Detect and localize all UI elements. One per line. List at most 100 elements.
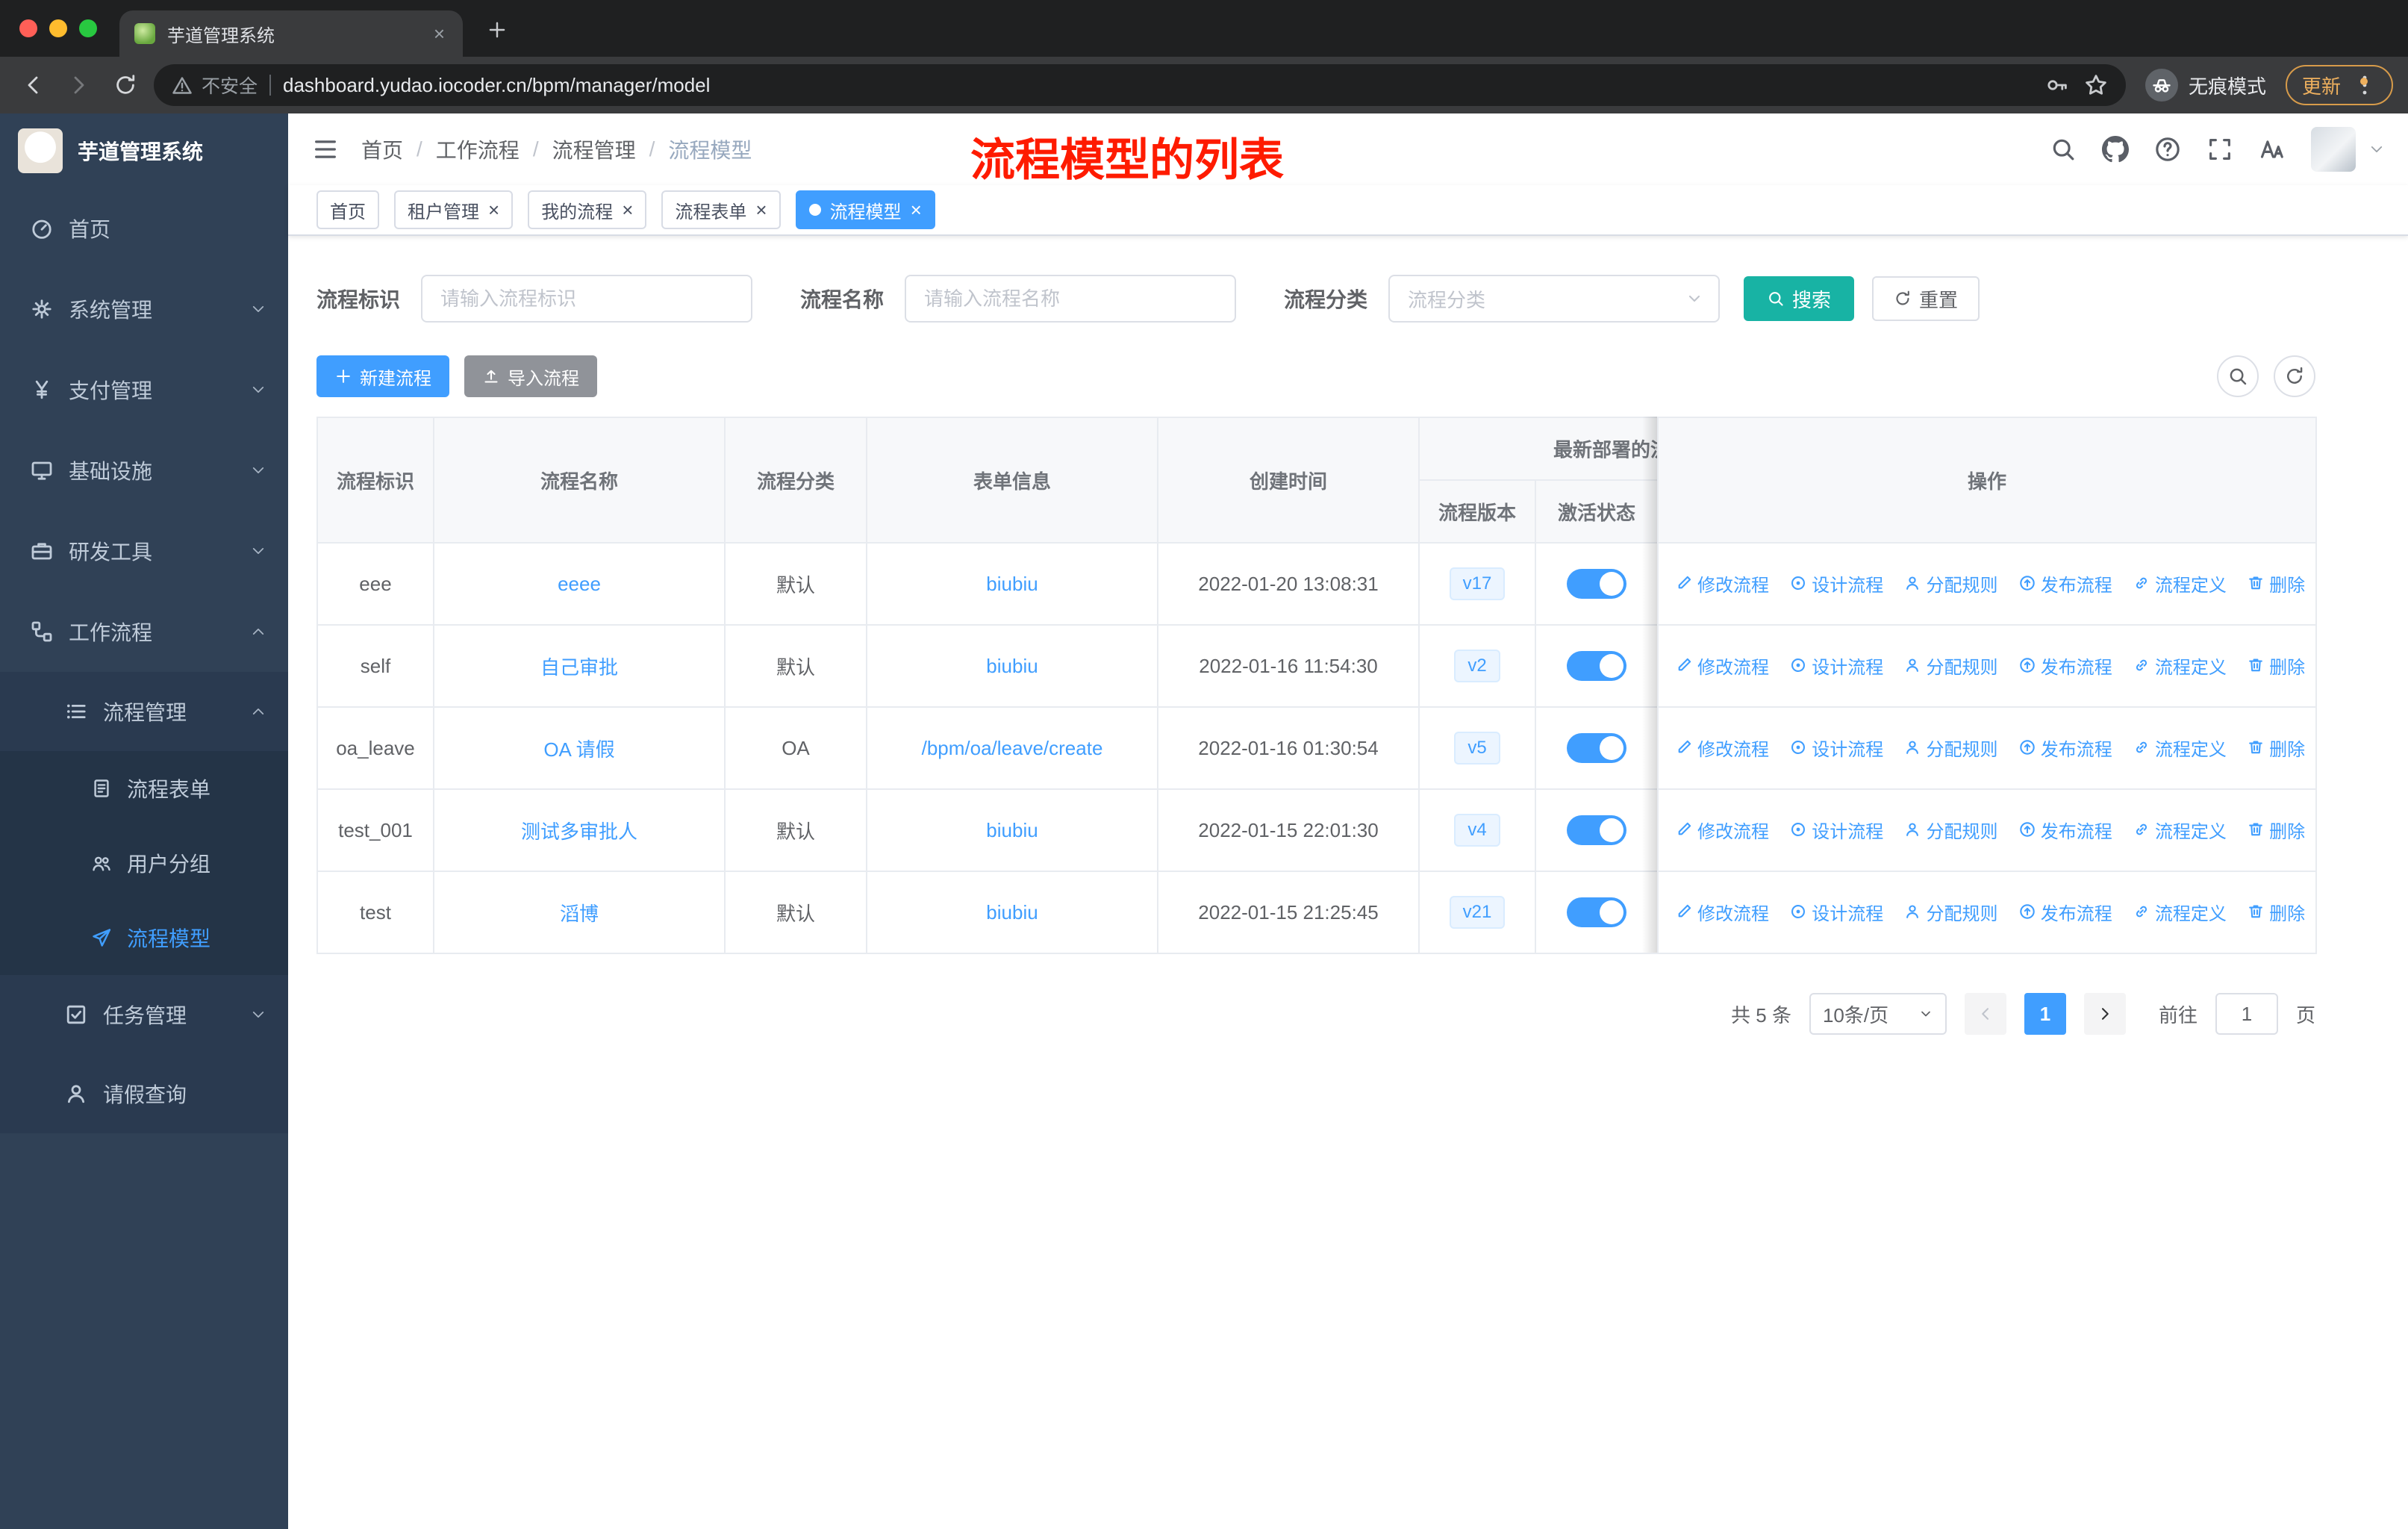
security-status[interactable]: 不安全 [172,72,258,99]
sidebar-item-payment[interactable]: 支付管理 [0,349,288,430]
sidebar-item-leave-query[interactable]: 请假查询 [0,1054,288,1133]
process-definition-link[interactable]: 流程定义 [2133,570,2227,597]
close-tab-icon[interactable]: × [911,200,922,219]
page-size-select[interactable]: 10条/页 [1809,993,1947,1035]
new-tab-button[interactable] [481,13,514,46]
import-process-button[interactable]: 导入流程 [464,355,597,397]
design-process-link[interactable]: 设计流程 [1789,735,1883,761]
publish-process-link[interactable]: 发布流程 [2018,817,2112,843]
sidebar-item-workflow[interactable]: 工作流程 [0,591,288,672]
font-size-icon[interactable] [2259,136,2286,163]
tab-process-form[interactable]: 流程表单 × [661,190,781,229]
active-toggle[interactable] [1567,815,1626,845]
form-info-link[interactable]: biubiu [986,655,1038,677]
assign-rule-link[interactable]: 分配规则 [1903,735,1997,761]
tab-home[interactable]: 首页 [316,190,379,229]
minimize-window-button[interactable] [49,19,67,37]
process-name-link[interactable]: OA 请假 [543,738,614,761]
back-button[interactable] [15,67,51,103]
tab-process-model[interactable]: 流程模型 × [795,190,935,229]
sidebar-item-process-form[interactable]: 流程表单 [0,751,288,826]
active-toggle[interactable] [1567,733,1626,763]
breadcrumb-item[interactable]: 流程管理 [552,134,636,164]
help-icon[interactable] [2154,136,2181,163]
reset-button[interactable]: 重置 [1872,276,1980,321]
process-name-link[interactable]: eeee [558,573,601,595]
tab-my-process[interactable]: 我的流程 × [528,190,647,229]
publish-process-link[interactable]: 发布流程 [2018,899,2112,925]
design-process-link[interactable]: 设计流程 [1789,653,1883,679]
process-name-input[interactable] [905,275,1237,323]
fullscreen-icon[interactable] [2206,136,2233,163]
bookmark-star-icon[interactable] [2084,73,2108,97]
sidebar-item-user-group[interactable]: 用户分组 [0,826,288,900]
delete-process-link[interactable]: 删除 [2247,653,2305,679]
process-definition-link[interactable]: 流程定义 [2133,817,2227,843]
prev-page-button[interactable] [1964,993,2006,1035]
publish-process-link[interactable]: 发布流程 [2018,735,2112,761]
close-tab-icon[interactable]: × [488,200,499,219]
key-icon[interactable] [2045,73,2069,97]
sidebar-item-infra[interactable]: 基础设施 [0,430,288,511]
assign-rule-link[interactable]: 分配规则 [1903,899,1997,925]
delete-process-link[interactable]: 删除 [2247,735,2305,761]
collapse-sidebar-button[interactable] [312,136,339,163]
process-category-select[interactable]: 流程分类 [1388,275,1721,323]
modify-process-link[interactable]: 修改流程 [1675,653,1769,679]
app-logo[interactable]: 芋道管理系统 [0,113,288,188]
sidebar-item-process-management[interactable]: 流程管理 [0,672,288,751]
active-toggle[interactable] [1567,569,1626,599]
refresh-table-button[interactable] [2274,355,2315,397]
form-info-link[interactable]: biubiu [986,901,1038,924]
design-process-link[interactable]: 设计流程 [1789,570,1883,597]
address-bar[interactable]: 不安全 dashboard.yudao.iocoder.cn/bpm/manag… [154,64,2126,106]
modify-process-link[interactable]: 修改流程 [1675,735,1769,761]
active-toggle[interactable] [1567,897,1626,927]
process-name-link[interactable]: 测试多审批人 [521,820,637,843]
breadcrumb-item[interactable]: 工作流程 [436,134,520,164]
page-number-button[interactable]: 1 [2024,993,2066,1035]
create-process-button[interactable]: 新建流程 [316,355,449,397]
assign-rule-link[interactable]: 分配规则 [1903,817,1997,843]
close-tab-icon[interactable]: × [431,22,448,46]
modify-process-link[interactable]: 修改流程 [1675,899,1769,925]
form-info-link[interactable]: /bpm/oa/leave/create [922,737,1103,759]
breadcrumb-item[interactable]: 首页 [361,134,403,164]
close-window-button[interactable] [19,19,37,37]
sidebar-item-devtools[interactable]: 研发工具 [0,511,288,591]
goto-page-input[interactable] [2215,993,2278,1035]
form-info-link[interactable]: biubiu [986,819,1038,841]
forward-button[interactable] [61,67,97,103]
browser-tab[interactable]: 芋道管理系统 × [119,10,463,57]
github-icon[interactable] [2102,136,2129,163]
process-definition-link[interactable]: 流程定义 [2133,735,2227,761]
design-process-link[interactable]: 设计流程 [1789,899,1883,925]
reload-button[interactable] [107,67,143,103]
delete-process-link[interactable]: 删除 [2247,899,2305,925]
assign-rule-link[interactable]: 分配规则 [1903,653,1997,679]
close-tab-icon[interactable]: × [755,200,767,219]
close-tab-icon[interactable]: × [622,200,633,219]
active-toggle[interactable] [1567,651,1626,681]
process-definition-link[interactable]: 流程定义 [2133,899,2227,925]
process-name-link[interactable]: 滔博 [560,903,599,925]
delete-process-link[interactable]: 删除 [2247,570,2305,597]
search-icon[interactable] [2050,136,2077,163]
sidebar-item-process-model[interactable]: 流程模型 [0,900,288,975]
search-button[interactable]: 搜索 [1744,276,1855,321]
tab-tenant-management[interactable]: 租户管理 × [394,190,514,229]
browser-menu-button[interactable] [2353,73,2377,97]
delete-process-link[interactable]: 删除 [2247,817,2305,843]
url-text[interactable]: dashboard.yudao.iocoder.cn/bpm/manager/m… [283,74,2033,97]
sidebar-item-task-management[interactable]: 任务管理 [0,975,288,1054]
design-process-link[interactable]: 设计流程 [1789,817,1883,843]
process-id-input[interactable] [421,275,753,323]
sidebar-item-home[interactable]: 首页 [0,188,288,269]
next-page-button[interactable] [2083,993,2126,1035]
process-definition-link[interactable]: 流程定义 [2133,653,2227,679]
publish-process-link[interactable]: 发布流程 [2018,570,2112,597]
avatar[interactable] [2311,127,2356,172]
sidebar-item-system[interactable]: 系统管理 [0,269,288,349]
process-name-link[interactable]: 自己审批 [540,656,618,679]
modify-process-link[interactable]: 修改流程 [1675,817,1769,843]
